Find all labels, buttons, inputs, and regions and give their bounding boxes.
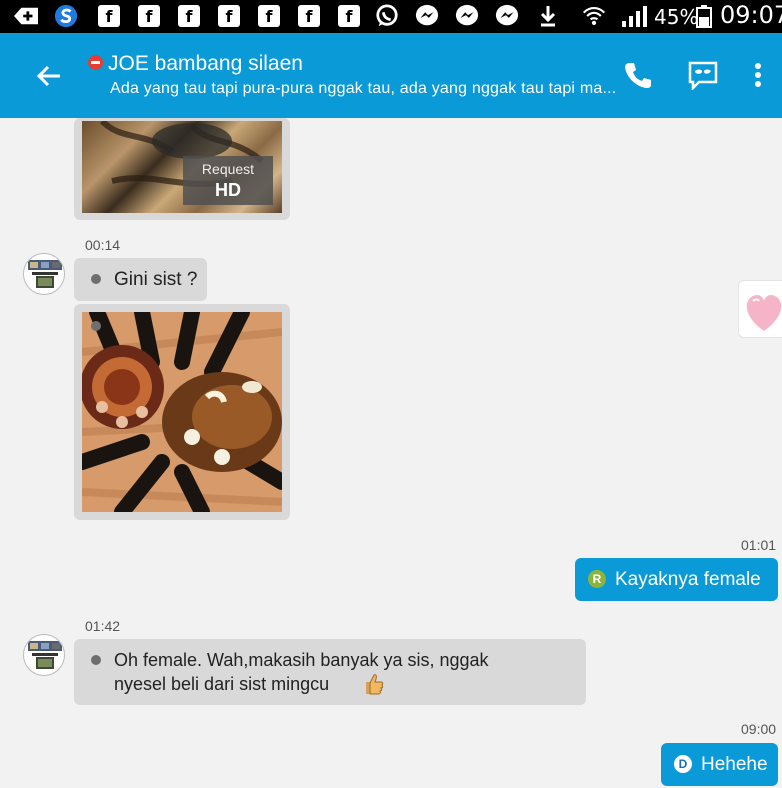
signal-icon [620, 4, 650, 28]
download-icon [536, 4, 560, 28]
facebook-icon: f [218, 5, 240, 27]
back-arrow-icon [36, 65, 60, 87]
facebook-icon: f [138, 5, 160, 27]
incoming-message-bubble[interactable]: Gini sist ? [74, 258, 207, 301]
facebook-icon: f [258, 5, 280, 27]
message-timestamp: 00:14 [85, 237, 121, 253]
request-hd-button[interactable]: Request HD [183, 156, 273, 205]
hd-label: HD [215, 180, 241, 200]
battery-icon [696, 4, 712, 28]
facebook-icon: f [298, 5, 320, 27]
message-timestamp: 09:00 [741, 721, 777, 737]
unread-dot [91, 274, 101, 284]
spider-photo-thumbnail: Request HD [82, 121, 282, 213]
call-button[interactable] [620, 57, 656, 93]
phone-icon [625, 63, 651, 88]
wifi-icon [582, 4, 606, 28]
unread-dot [91, 321, 101, 331]
message-timestamp: 01:01 [741, 537, 777, 553]
clock: 09:07 [720, 1, 782, 29]
status-bar: f f f f f f f 45% 09:07 [0, 0, 782, 33]
spider-photo [82, 312, 282, 512]
messenger-icon [415, 4, 439, 28]
sender-badge: R [588, 570, 606, 588]
battery-percent: 45% [654, 5, 699, 29]
avatar[interactable] [23, 253, 65, 295]
facebook-icon: f [338, 5, 360, 27]
image-message[interactable]: Request HD [74, 118, 290, 220]
secret-chat-icon [688, 61, 718, 90]
message-timestamp: 01:42 [85, 618, 121, 634]
contact-name[interactable]: JOE bambang silaen [108, 52, 303, 76]
message-text: Gini sist ? [114, 269, 198, 290]
heart-sticker[interactable] [738, 280, 782, 338]
message-text: Kayaknya female [615, 569, 761, 590]
chat-header: JOE bambang silaen Ada yang tau tapi pur… [0, 33, 782, 118]
outgoing-message-bubble[interactable]: R Kayaknya female [575, 558, 778, 601]
overflow-menu-icon [755, 63, 761, 87]
overflow-menu-button[interactable] [740, 57, 776, 93]
message-text-line-1: Oh female. Wah,makasih banyak ya sis, ng… [114, 650, 489, 670]
thumbs-up-emoji-icon [366, 674, 384, 695]
request-label: Request [201, 161, 255, 177]
avatar[interactable] [23, 634, 65, 676]
message-text-line-2: nyesel beli dari sist mingcu [114, 674, 330, 694]
image-message[interactable] [74, 304, 290, 520]
sender-badge: D [674, 755, 692, 773]
outgoing-message-bubble[interactable]: D Hehehe [661, 743, 778, 786]
messenger-icon [455, 4, 479, 28]
facebook-icon: f [98, 5, 120, 27]
whatsapp-icon [375, 4, 399, 28]
busy-status-icon [88, 55, 103, 70]
secret-chat-button[interactable] [685, 57, 721, 93]
facebook-icon: f [178, 5, 200, 27]
add-notification-icon [14, 4, 38, 28]
unread-dot [91, 655, 101, 665]
message-text: Hehehe [701, 754, 768, 775]
back-button[interactable] [32, 59, 66, 93]
heart-sticker-icon [746, 294, 782, 331]
messenger-icon [495, 4, 519, 28]
s-app-icon [54, 4, 78, 28]
contact-status-message: Ada yang tau tapi pura-pura nggak tau, a… [110, 80, 617, 97]
incoming-message-bubble[interactable]: Oh female. Wah,makasih banyak ya sis, ng… [74, 639, 586, 705]
